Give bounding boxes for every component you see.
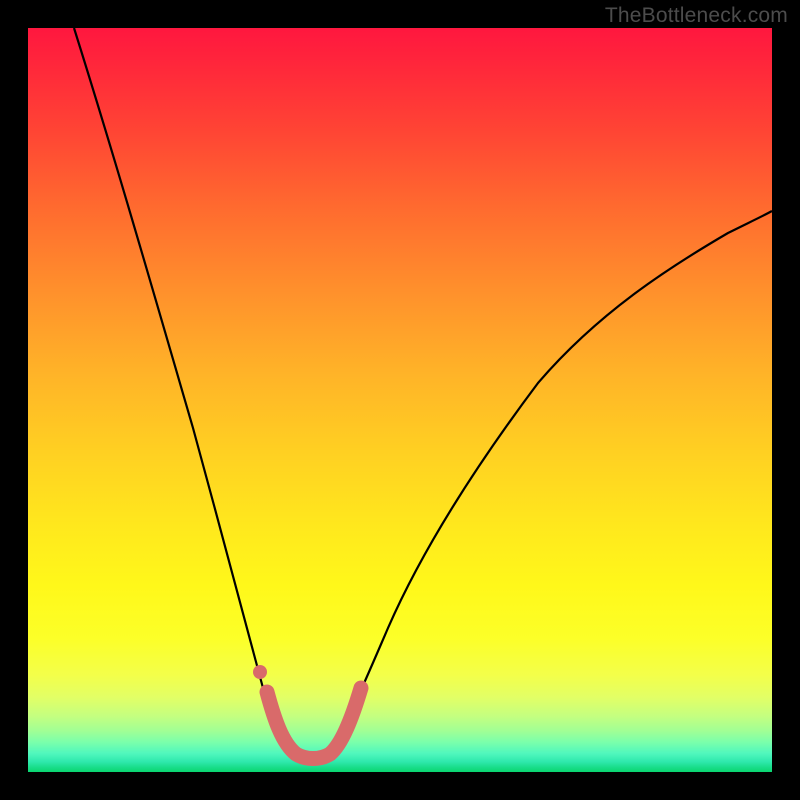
chart-frame: TheBottleneck.com — [0, 0, 800, 800]
accent-trough — [267, 688, 361, 759]
curve-overlay — [28, 28, 772, 772]
left-curve — [74, 28, 294, 758]
right-curve — [328, 211, 772, 758]
accent-dot — [253, 665, 267, 679]
watermark-text: TheBottleneck.com — [605, 4, 788, 28]
